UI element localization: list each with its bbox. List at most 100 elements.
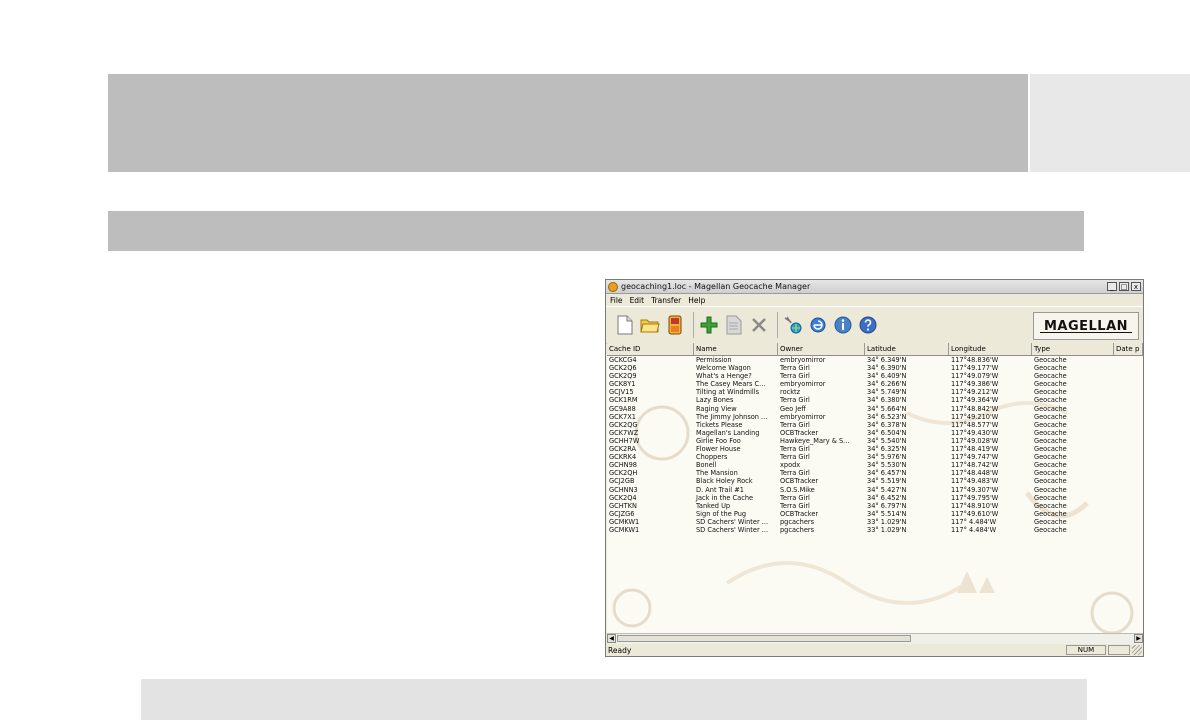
- cell-latitude: 34° 6.325'N: [867, 445, 907, 454]
- cell-longitude: 117°48.836'W: [951, 356, 999, 364]
- maximize-button[interactable]: □: [1119, 282, 1129, 291]
- cell-owner: Terra Girl: [780, 420, 810, 429]
- banner-top: [108, 74, 1028, 172]
- title-bar[interactable]: geocaching1.loc - Magellan Geocache Mana…: [606, 280, 1143, 294]
- cell-cache-id: GCJ2GB: [609, 477, 635, 486]
- cell-owner: S.O.S.Mike: [780, 485, 815, 494]
- table-row[interactable]: GCHTKN Tanked Up Terra Girl 34° 6.797'N 117°…: [607, 502, 1143, 510]
- table-row[interactable]: GCK8Y1 The Casey Mears C... embryomirror 34…: [607, 380, 1143, 388]
- cell-longitude: 117°49.307'W: [951, 485, 999, 494]
- cell-owner: pgcachers: [780, 525, 815, 534]
- cell-latitude: 34° 5.530'N: [867, 461, 907, 470]
- table-row[interactable]: GCK7X1 The Jimmy Johnson ... embryomirror 3…: [607, 413, 1143, 421]
- menu-transfer[interactable]: Transfer: [651, 296, 681, 305]
- cell-name: What's a Henge?: [696, 372, 752, 381]
- column-header-name[interactable]: Name: [694, 343, 778, 355]
- table-row[interactable]: GCKCG4 Permission embryomirror 34° 6.349'N 1…: [607, 356, 1143, 364]
- column-header-cache-id[interactable]: Cache ID: [607, 343, 694, 355]
- cell-name: SD Cachers' Winter ...: [696, 517, 769, 526]
- cache-table: Cache ID Name Owner Latitude Longitude T…: [607, 343, 1143, 635]
- satellite-icon[interactable]: [782, 314, 804, 336]
- delete-icon[interactable]: [748, 314, 770, 336]
- cell-longitude: 117°48.448'W: [951, 469, 999, 478]
- cell-type: Geocache: [1034, 453, 1067, 462]
- cell-owner: embryomirror: [780, 380, 826, 389]
- table-row[interactable]: GCHH7W Girlie Foo Foo Hawkeye_Mary & S... 3…: [607, 437, 1143, 445]
- cell-cache-id: GCKRK4: [609, 453, 637, 462]
- table-row[interactable]: GCJZG6 Sign of the Pug OCBTracker 34° 5.514…: [607, 510, 1143, 518]
- cell-longitude: 117°49.747'W: [951, 453, 999, 462]
- info-icon[interactable]: [832, 314, 854, 336]
- cell-latitude: 34° 6.523'N: [867, 412, 907, 421]
- cell-longitude: 117°49.795'W: [951, 493, 999, 502]
- cell-type: Geocache: [1034, 428, 1067, 437]
- cell-type: Geocache: [1034, 372, 1067, 381]
- table-row[interactable]: GCK7WZ Magellan's Landing OCBTracker 34° 6.…: [607, 429, 1143, 437]
- cell-cache-id: GCK2Q4: [609, 493, 637, 502]
- help-icon[interactable]: [857, 314, 879, 336]
- cell-longitude: 117°48.577'W: [951, 420, 999, 429]
- menu-file[interactable]: File: [610, 296, 623, 305]
- horizontal-scrollbar[interactable]: ◀ ▶: [607, 633, 1143, 644]
- scroll-right-arrow[interactable]: ▶: [1134, 634, 1143, 643]
- cell-type: Geocache: [1034, 525, 1067, 534]
- table-row[interactable]: GCHNN3 D. Ant Trail #1 S.O.S.Mike 34° 5.427…: [607, 486, 1143, 494]
- cell-latitude: 34° 5.664'N: [867, 404, 907, 413]
- scroll-left-arrow[interactable]: ◀: [607, 634, 616, 643]
- column-header-latitude[interactable]: Latitude: [865, 343, 949, 355]
- table-row[interactable]: GCK2Q6 Welcome Wagon Terra Girl 34° 6.390'N…: [607, 364, 1143, 372]
- cell-name: Black Holey Rock: [696, 477, 753, 486]
- cell-name: The Casey Mears C...: [696, 380, 766, 389]
- table-row[interactable]: GC9A88 Raging View Geo Jeff 34° 5.664'N 117°…: [607, 405, 1143, 413]
- cell-cache-id: GCK7X1: [609, 412, 636, 421]
- cell-name: Flower House: [696, 445, 741, 454]
- cell-name: Sign of the Pug: [696, 509, 747, 518]
- menu-edit[interactable]: Edit: [630, 296, 645, 305]
- column-header-date[interactable]: Date p: [1114, 343, 1143, 355]
- cell-cache-id: GCK2RA: [609, 445, 637, 454]
- cell-type: Geocache: [1034, 412, 1067, 421]
- menu-help[interactable]: Help: [688, 296, 705, 305]
- table-row[interactable]: GCKRK4 Choppers Terra Girl 34° 5.976'N 117°4…: [607, 453, 1143, 461]
- table-row[interactable]: GCK2QH The Mansion Terra Girl 34° 6.457'N 11…: [607, 469, 1143, 477]
- open-folder-icon[interactable]: [639, 314, 661, 336]
- cell-name: Welcome Wagon: [696, 364, 751, 373]
- close-button[interactable]: x: [1131, 282, 1141, 291]
- minimize-button[interactable]: _: [1107, 282, 1117, 291]
- edit-document-icon[interactable]: [723, 314, 745, 336]
- internet-explorer-icon[interactable]: [807, 314, 829, 336]
- table-row[interactable]: GCMKW1 SD Cachers' Winter ... pgcachers 33°…: [607, 518, 1143, 526]
- table-row[interactable]: GCJV15 Tilting at Windmills rocktz 34° 5.74…: [607, 388, 1143, 396]
- scrollbar-thumb[interactable]: [617, 635, 911, 642]
- toolbar-separator: [777, 312, 778, 338]
- cell-type: Geocache: [1034, 493, 1067, 502]
- resize-grip[interactable]: [1132, 645, 1142, 655]
- table-row[interactable]: GCK2RA Flower House Terra Girl 34° 6.325'N 1…: [607, 445, 1143, 453]
- column-header-longitude[interactable]: Longitude: [949, 343, 1032, 355]
- geocache-manager-window: geocaching1.loc - Magellan Geocache Mana…: [605, 279, 1144, 657]
- cell-latitude: 34° 5.427'N: [867, 485, 907, 494]
- toolbar: MAGELLAN: [606, 306, 1143, 344]
- table-row[interactable]: GCK2Q9 What's a Henge? Terra Girl 34° 6.409…: [607, 372, 1143, 380]
- cell-type: Geocache: [1034, 477, 1067, 486]
- gps-device-icon[interactable]: [664, 314, 686, 336]
- cell-latitude: 34° 6.457'N: [867, 469, 907, 478]
- table-row[interactable]: GCHN98 Bonell xpodx 34° 5.530'N 117°48.742'W…: [607, 461, 1143, 469]
- table-row[interactable]: GCK2QG Tickets Please Terra Girl 34° 6.378'…: [607, 421, 1143, 429]
- cell-type: Geocache: [1034, 501, 1067, 510]
- cell-name: Magellan's Landing: [696, 428, 760, 437]
- cell-cache-id: GCHNN3: [609, 485, 638, 494]
- cell-owner: OCBTracker: [780, 477, 819, 486]
- column-header-type[interactable]: Type: [1032, 343, 1114, 355]
- cell-owner: Terra Girl: [780, 501, 810, 510]
- cell-owner: Terra Girl: [780, 493, 810, 502]
- cell-latitude: 34° 5.540'N: [867, 436, 907, 445]
- table-row[interactable]: GCK1RM Lazy Bones Terra Girl 34° 6.380'N 117…: [607, 396, 1143, 404]
- add-icon[interactable]: [698, 314, 720, 336]
- table-row[interactable]: GCK2Q4 Jack in the Cache Terra Girl 34° 6.4…: [607, 494, 1143, 502]
- column-header-owner[interactable]: Owner: [778, 343, 865, 355]
- cell-owner: embryomirror: [780, 356, 826, 364]
- new-document-icon[interactable]: [614, 314, 636, 336]
- table-row[interactable]: GCJ2GB Black Holey Rock OCBTracker 34° 5.51…: [607, 477, 1143, 485]
- table-row[interactable]: GCMKW1 SD Cachers' Winter ... pgcachers 33°…: [607, 526, 1143, 534]
